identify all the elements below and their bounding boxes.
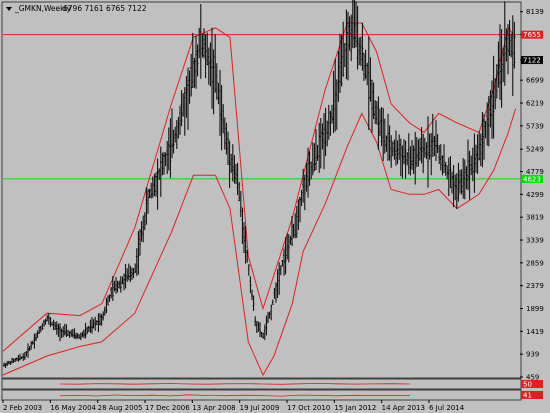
x-tick-label: 19 Jul 2009 xyxy=(240,404,280,412)
indicator-pane-2-frame xyxy=(1,389,522,401)
y-tick-label: 2379 xyxy=(526,282,544,290)
chart-window: _GMKN,Weekly 6796 7161 6765 7122 50 41 81… xyxy=(0,0,550,413)
y-tick-label: 3819 xyxy=(526,214,544,222)
y-tick-label: 2859 xyxy=(526,259,544,267)
y-tick-label: 5739 xyxy=(526,122,544,130)
y-tick-label: 8139 xyxy=(526,8,544,16)
y-tick-label: 3339 xyxy=(526,236,544,244)
x-tick-label: 28 Aug 2005 xyxy=(98,404,143,412)
y-tick-label: 1419 xyxy=(526,328,544,336)
y-tick-label: 459 xyxy=(526,374,539,382)
level-price-tag-label: 7655 xyxy=(523,31,541,39)
x-tick-label: 15 Jan 2012 xyxy=(334,404,376,412)
y-tick-label: 4299 xyxy=(526,191,544,199)
x-tick-label: 13 Apr 2008 xyxy=(192,404,235,412)
main-plot-frame xyxy=(1,1,522,379)
y-tick-label: 1899 xyxy=(526,305,544,313)
y-tick-label: 939 xyxy=(526,351,539,359)
y-tick-label: 6699 xyxy=(526,77,544,85)
level-price-tag-label: 4623 xyxy=(523,175,541,183)
x-tick-label: 17 Dec 2006 xyxy=(145,404,190,412)
ohlc-readout: 6796 7161 6765 7122 xyxy=(63,4,147,13)
x-tick-label: 14 Apr 2013 xyxy=(382,404,425,412)
x-tick-label: 17 Oct 2010 xyxy=(287,404,330,412)
chart-header: _GMKN,Weekly 6796 7161 6765 7122 xyxy=(6,4,147,13)
chart-canvas: _GMKN,Weekly 6796 7161 6765 7122 50 41 81… xyxy=(1,0,544,412)
x-tick-label: 16 May 2004 xyxy=(50,404,96,412)
x-tick-label: 2 Feb 2003 xyxy=(3,404,42,412)
x-tick-label: 6 Jul 2014 xyxy=(429,404,465,412)
current-price-tag-label: 7122 xyxy=(523,57,541,65)
indicator-value-tag-label: 50 xyxy=(523,381,532,389)
y-tick-label: 5249 xyxy=(526,146,544,154)
indicator-value-tag-label: 41 xyxy=(523,392,532,400)
y-tick-label: 6219 xyxy=(526,99,544,107)
